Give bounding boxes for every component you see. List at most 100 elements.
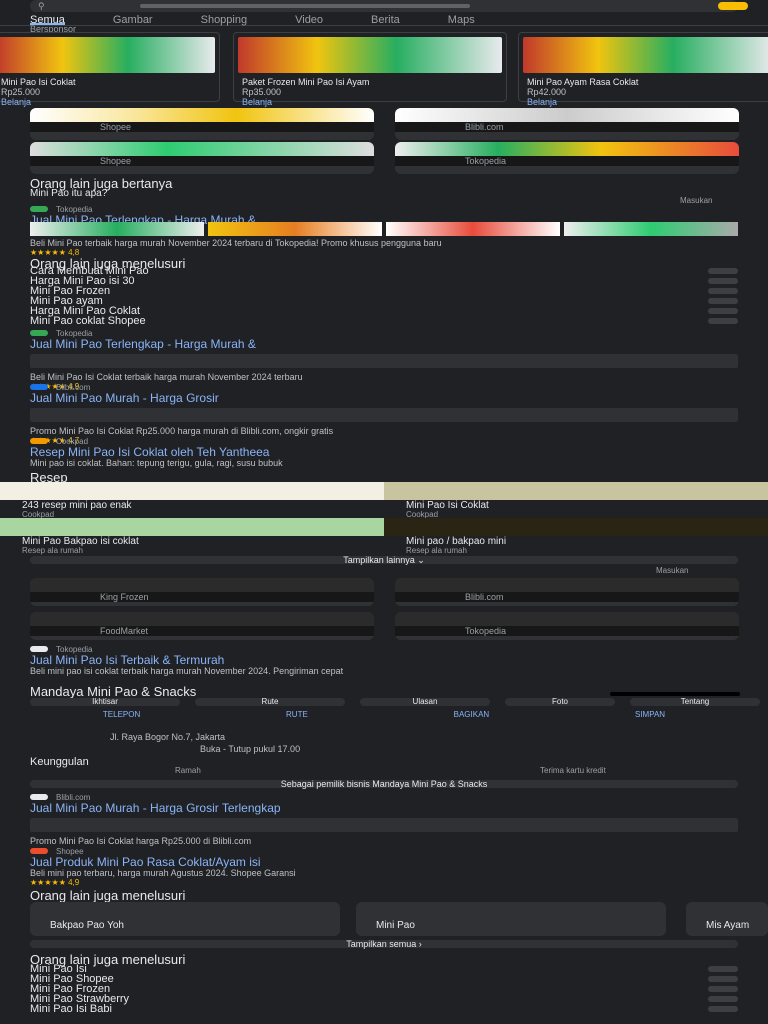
tab-directions[interactable]: Rute: [195, 698, 345, 706]
related-search-item[interactable]: Mini Pao Strawberry: [0, 994, 768, 1005]
product-store: Belanja: [527, 97, 558, 107]
ad-image: [395, 142, 739, 156]
related-search-item[interactable]: Mini Pao Isi: [0, 964, 768, 975]
result-snippet: Beli Mini Pao Isi Coklat terbaik harga m…: [30, 372, 303, 382]
recipe-image[interactable]: [0, 482, 384, 500]
rating-stars: ★★★★★ 4,9: [30, 878, 80, 887]
search-icon: [708, 986, 738, 992]
recipe-image[interactable]: [0, 518, 384, 536]
ad-tile[interactable]: Shopee: [30, 108, 374, 140]
result-thumbnail[interactable]: [208, 222, 382, 236]
related-search-item[interactable]: Mini Pao Isi Babi: [0, 1004, 768, 1015]
search-input[interactable]: ⚲: [30, 0, 738, 12]
show-more-recipes-button[interactable]: Tampilkan lainnya ⌄: [30, 555, 738, 565]
chevron-down-icon: ⌄: [417, 555, 425, 565]
product-card[interactable]: Paket Frozen Mini Pao Isi Ayam Rp35.000 …: [233, 32, 507, 107]
ad-tile[interactable]: Tokopedia: [395, 612, 739, 640]
business-hours[interactable]: Buka - Tutup pukul 17.00: [200, 744, 300, 754]
tab-images[interactable]: Gambar: [113, 14, 153, 26]
result-image-strip: [30, 818, 738, 832]
favicon: [30, 206, 48, 212]
tab-reviews[interactable]: Ulasan: [360, 698, 490, 706]
search-icon: [708, 318, 738, 324]
tab-about[interactable]: Tentang: [630, 698, 760, 706]
search-icon: [708, 288, 738, 294]
business-map-thumbnail[interactable]: [610, 692, 740, 696]
related-search-item[interactable]: Mini Pao coklat Shopee: [0, 316, 768, 327]
directions-button[interactable]: RUTE: [286, 710, 308, 719]
product-card[interactable]: Mini Pao Isi Coklat Rp25.000 Belanja: [0, 32, 220, 107]
ad-tile[interactable]: Shopee: [30, 142, 374, 174]
tab-overview[interactable]: Ikhtisar: [30, 698, 180, 706]
avatar[interactable]: [718, 2, 748, 10]
favicon: [30, 330, 48, 336]
product-price: Rp35.000: [242, 87, 282, 97]
claim-business-label: Sebagai pemilik bisnis Mandaya Mini Pao …: [280, 779, 488, 789]
result-title-link[interactable]: Jual Produk Mini Pao Rasa Coklat/Ayam is…: [30, 856, 738, 868]
result-title-link[interactable]: Jual Mini Pao Murah - Harga Grosir: [30, 392, 738, 404]
claim-business-button[interactable]: Sebagai pemilik bisnis Mandaya Mini Pao …: [30, 779, 738, 789]
result-thumbnail[interactable]: [386, 222, 560, 236]
ad-tile[interactable]: Blibli.com: [395, 578, 739, 606]
tab-maps[interactable]: Maps: [448, 14, 475, 26]
result-snippet: Beli mini pao terbaru, harga murah Agust…: [30, 868, 296, 878]
ad-image: [395, 578, 739, 592]
tab-shopping[interactable]: Shopping: [201, 14, 248, 26]
related-search-item[interactable]: Harga Mini Pao isi 30: [0, 276, 768, 287]
call-button[interactable]: TELEPON: [103, 710, 140, 719]
ad-image: [30, 612, 374, 626]
recipe-image[interactable]: [384, 518, 768, 536]
tab-photos[interactable]: Foto: [505, 698, 615, 706]
recipe-source: Resep ala rumah: [406, 546, 467, 555]
feedback-link[interactable]: Masukan: [656, 566, 688, 575]
product-card[interactable]: Mini Pao Ayam Rasa Coklat Rp42.000 Belan…: [518, 32, 768, 107]
result-snippet: Mini pao isi coklat. Bahan: tepung terig…: [30, 458, 283, 468]
ad-tile[interactable]: FoodMarket: [30, 612, 374, 640]
ad-tile[interactable]: Tokopedia: [395, 142, 739, 174]
search-icon: [708, 298, 738, 304]
favicon: [30, 438, 48, 444]
save-button[interactable]: SIMPAN: [635, 710, 665, 719]
business-feature: Ramah: [175, 766, 201, 775]
result-title-link[interactable]: Jual Mini Pao Isi Terbaik & Termurah: [30, 654, 738, 666]
product-store: Belanja: [242, 97, 273, 107]
result-thumbnail[interactable]: [564, 222, 738, 236]
result-image-strip: [30, 222, 738, 236]
ad-store: Blibli.com: [395, 592, 739, 602]
result-title-link[interactable]: Jual Mini Pao Murah - Harga Grosir Terle…: [30, 802, 738, 814]
result-snippet: Promo Mini Pao Isi Coklat Rp25.000 harga…: [30, 426, 334, 436]
show-more-label: Tampilkan lainnya: [343, 555, 415, 565]
ad-store: FoodMarket: [30, 626, 374, 636]
show-all-button[interactable]: Tampilkan semua ›: [30, 939, 738, 949]
result-snippet: Promo Mini Pao Isi Coklat harga Rp25.000…: [30, 836, 252, 846]
ad-tile[interactable]: Blibli.com: [395, 108, 739, 140]
rating-value: 4,9: [68, 878, 80, 887]
show-all-label: Tampilkan semua: [346, 939, 417, 949]
paa-question[interactable]: Mini Pao itu apa?: [30, 188, 107, 199]
related-search-item[interactable]: Mini Pao Frozen: [0, 286, 768, 297]
ad-tile[interactable]: King Frozen: [30, 578, 374, 606]
recipe-image[interactable]: [384, 482, 768, 500]
ad-image: [395, 108, 739, 122]
product-title: Mini Pao Ayam Rasa Coklat: [527, 77, 639, 87]
search-query-field[interactable]: [140, 4, 470, 8]
share-button[interactable]: BAGIKAN: [454, 710, 490, 719]
tab-videos[interactable]: Video: [295, 14, 323, 26]
ad-store: King Frozen: [30, 592, 374, 602]
product-image: [523, 37, 768, 73]
tab-news[interactable]: Berita: [371, 14, 400, 26]
result-thumbnail[interactable]: [30, 222, 204, 236]
result-image-strip: [30, 408, 738, 422]
result-snippet: Beli mini pao isi coklat terbaik harga m…: [30, 666, 344, 676]
ad-store: Tokopedia: [395, 626, 739, 636]
ad-store: Shopee: [30, 156, 374, 166]
result-title-link[interactable]: Resep Mini Pao Isi Coklat oleh Teh Yanth…: [30, 446, 738, 458]
related-search-item[interactable]: Mini Pao Shopee: [0, 974, 768, 985]
related-search-card[interactable]: Bakpao Pao Yoh: [30, 902, 340, 936]
result-title-link[interactable]: Jual Mini Pao Terlengkap - Harga Murah &: [30, 338, 738, 350]
favicon: [30, 848, 48, 854]
related-search-card[interactable]: Mini Pao: [356, 902, 666, 936]
product-price: Rp42.000: [527, 87, 567, 97]
related-search-card[interactable]: Mis Ayam: [686, 902, 768, 936]
ad-store: Shopee: [30, 122, 374, 132]
